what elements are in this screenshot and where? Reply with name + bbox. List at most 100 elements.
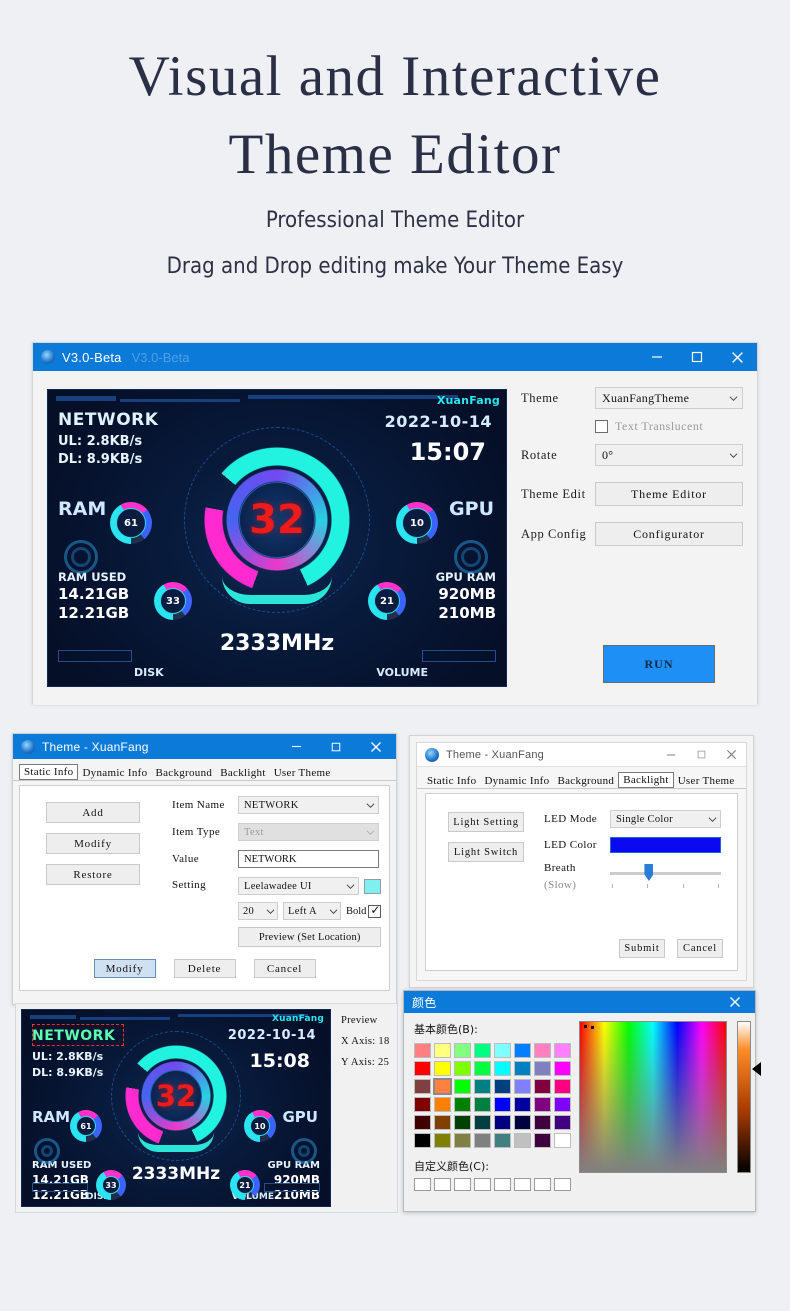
basic-color-swatch[interactable] [454, 1097, 471, 1112]
add-button[interactable]: Add [46, 802, 140, 823]
tab-static-info[interactable]: Static Info [19, 764, 79, 780]
minimize-icon[interactable] [276, 733, 316, 761]
preview-set-location-button[interactable]: Preview (Set Location) [238, 927, 382, 947]
maximize-icon[interactable] [677, 343, 717, 371]
basic-color-swatch[interactable] [494, 1115, 511, 1130]
close-icon[interactable] [715, 988, 755, 1016]
breath-slider-thumb[interactable] [644, 864, 654, 881]
custom-color-slot[interactable] [414, 1178, 431, 1191]
backlight-window-titlebar[interactable]: Theme - XuanFang [417, 743, 746, 767]
basic-color-swatch[interactable] [414, 1061, 431, 1076]
tab-user-theme[interactable]: User Theme [270, 766, 335, 780]
basic-color-swatch[interactable] [494, 1043, 511, 1058]
luminance-bar[interactable] [737, 1021, 761, 1173]
tab-static-info[interactable]: Static Info [423, 774, 480, 788]
custom-color-slot[interactable] [474, 1178, 491, 1191]
basic-colors-grid[interactable] [414, 1043, 571, 1148]
basic-color-swatch[interactable] [434, 1115, 451, 1130]
basic-color-swatch[interactable] [434, 1133, 451, 1148]
custom-color-slot[interactable] [514, 1178, 531, 1191]
dashboard-preview-render[interactable]: XuanFang NETWORK UL: 2.8KB/s DL: 8.9KB/s… [21, 1009, 331, 1207]
basic-color-swatch[interactable] [434, 1043, 451, 1058]
custom-color-slot[interactable] [554, 1178, 571, 1191]
tab-backlight[interactable]: Backlight [216, 766, 269, 780]
basic-color-swatch[interactable] [514, 1061, 531, 1076]
basic-color-swatch[interactable] [514, 1133, 531, 1148]
theme-editor-button[interactable]: Theme Editor [595, 482, 743, 506]
basic-color-swatch[interactable] [474, 1133, 491, 1148]
led-color-swatch[interactable] [610, 837, 721, 853]
custom-color-slot[interactable] [534, 1178, 551, 1191]
value-input[interactable]: NETWORK [238, 850, 379, 868]
font-size-select[interactable]: 20 [238, 902, 278, 920]
modify-side-button[interactable]: Modify [46, 833, 140, 854]
basic-color-swatch[interactable] [514, 1043, 531, 1058]
basic-color-swatch[interactable] [474, 1097, 491, 1112]
modify-button[interactable]: Modify [93, 959, 156, 978]
basic-color-swatch[interactable] [474, 1115, 491, 1130]
tab-backlight[interactable]: Backlight [618, 772, 674, 788]
custom-color-slot[interactable] [494, 1178, 511, 1191]
close-icon[interactable] [356, 733, 396, 761]
close-icon[interactable] [717, 343, 757, 371]
font-family-select[interactable]: Leelawadee UI [238, 877, 360, 895]
basic-color-swatch[interactable] [554, 1079, 571, 1094]
basic-color-swatch[interactable] [474, 1079, 491, 1094]
led-mode-select[interactable]: Single Color [610, 810, 721, 828]
cancel-button[interactable]: Cancel [677, 939, 723, 958]
color-spectrum[interactable] [579, 1021, 727, 1173]
configurator-button[interactable]: Configurator [595, 522, 743, 546]
run-button[interactable]: RUN [603, 645, 715, 683]
basic-color-swatch[interactable] [514, 1097, 531, 1112]
basic-color-swatch[interactable] [514, 1079, 531, 1094]
theme-window-titlebar[interactable]: Theme - XuanFang [13, 734, 396, 759]
custom-colors-grid[interactable] [414, 1178, 571, 1191]
light-switch-button[interactable]: Light Switch [448, 842, 524, 862]
custom-color-slot[interactable] [454, 1178, 471, 1191]
text-translucent-checkbox[interactable] [595, 420, 608, 433]
breath-slider[interactable] [610, 862, 721, 884]
basic-color-swatch[interactable] [554, 1061, 571, 1076]
rotate-select[interactable]: 0° [595, 444, 743, 466]
basic-color-swatch[interactable] [414, 1115, 431, 1130]
basic-color-swatch[interactable] [534, 1061, 551, 1076]
basic-color-swatch[interactable] [494, 1097, 511, 1112]
basic-color-swatch[interactable] [474, 1061, 491, 1076]
delete-button[interactable]: Delete [173, 959, 236, 978]
basic-color-swatch[interactable] [534, 1043, 551, 1058]
custom-color-slot[interactable] [434, 1178, 451, 1191]
basic-color-swatch[interactable] [534, 1115, 551, 1130]
basic-color-swatch[interactable] [454, 1061, 471, 1076]
basic-color-swatch[interactable] [414, 1079, 431, 1094]
basic-color-swatch[interactable] [494, 1133, 511, 1148]
basic-color-swatch[interactable] [554, 1133, 571, 1148]
basic-color-swatch[interactable] [494, 1079, 511, 1094]
tab-user-theme[interactable]: User Theme [674, 774, 739, 788]
main-window-titlebar[interactable]: V3.0-Beta V3.0-Beta [33, 343, 757, 371]
font-color-swatch[interactable] [364, 878, 382, 894]
selected-item-outline[interactable] [32, 1024, 124, 1046]
basic-color-swatch[interactable] [454, 1115, 471, 1130]
basic-color-swatch[interactable] [414, 1133, 431, 1148]
text-translucent-row[interactable]: Text Translucent [595, 419, 743, 434]
basic-color-swatch[interactable] [414, 1043, 431, 1058]
basic-color-swatch[interactable] [554, 1043, 571, 1058]
basic-color-swatch[interactable] [454, 1043, 471, 1058]
basic-color-swatch[interactable] [433, 1078, 452, 1095]
basic-color-swatch[interactable] [514, 1115, 531, 1130]
basic-color-swatch[interactable] [534, 1079, 551, 1094]
basic-color-swatch[interactable] [454, 1133, 471, 1148]
cancel-button[interactable]: Cancel [253, 959, 316, 978]
basic-color-swatch[interactable] [414, 1097, 431, 1112]
maximize-icon[interactable] [316, 733, 356, 761]
basic-color-swatch[interactable] [554, 1097, 571, 1112]
basic-color-swatch[interactable] [434, 1061, 451, 1076]
luminance-arrow-icon[interactable] [752, 1062, 761, 1076]
font-align-select[interactable]: Left A [283, 902, 341, 920]
basic-color-swatch[interactable] [494, 1061, 511, 1076]
basic-color-swatch[interactable] [454, 1079, 471, 1094]
tab-background[interactable]: Background [553, 774, 618, 788]
item-name-select[interactable]: NETWORK [238, 796, 379, 814]
basic-color-swatch[interactable] [554, 1115, 571, 1130]
spectrum-cursor[interactable] [584, 1025, 594, 1032]
